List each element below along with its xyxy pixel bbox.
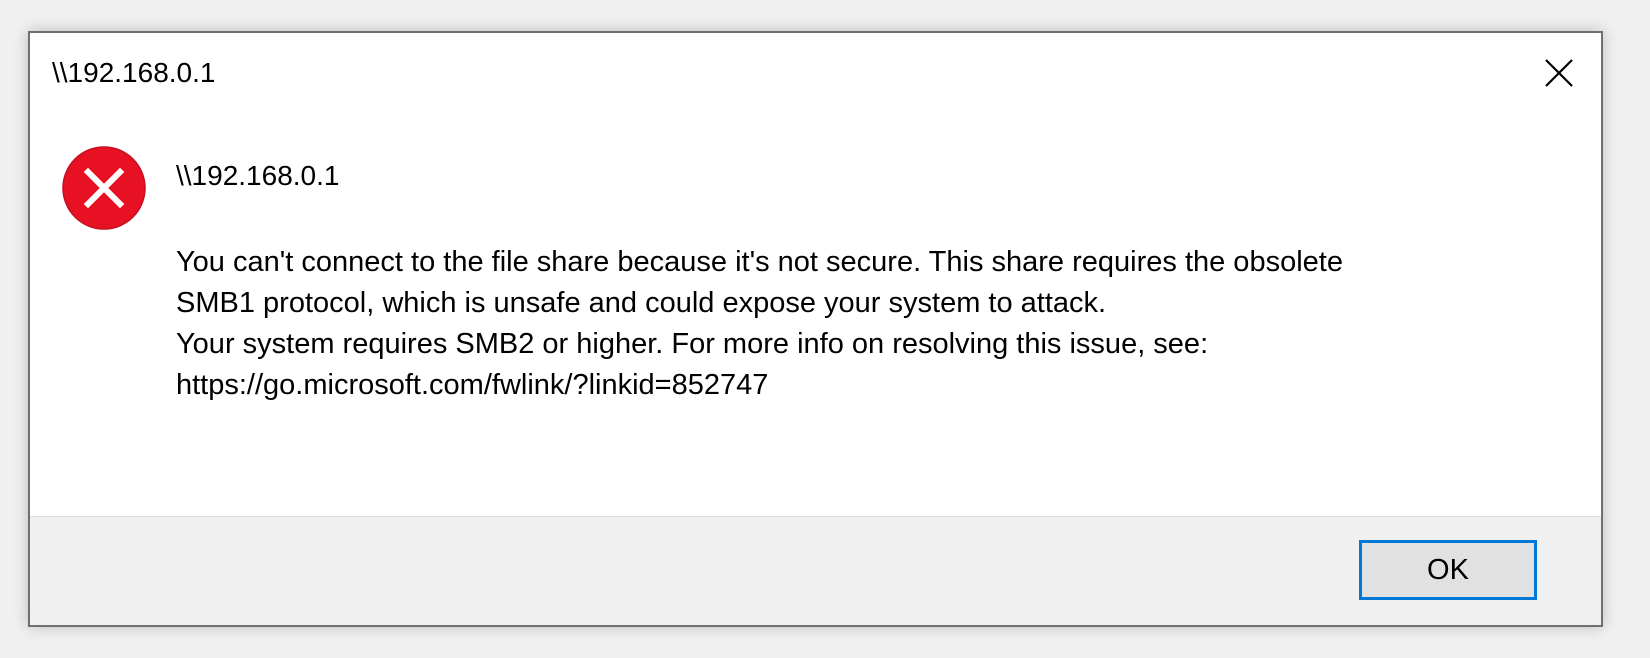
error-message: You can't connect to the file share beca…	[176, 242, 1556, 406]
close-button[interactable]	[1527, 45, 1591, 101]
title-bar[interactable]: \\192.168.0.1	[30, 33, 1601, 117]
dialog-content: \\192.168.0.1 You can't connect to the f…	[30, 117, 1601, 554]
ok-button[interactable]: OK	[1359, 540, 1537, 600]
error-icon	[61, 145, 147, 231]
main-instruction: \\192.168.0.1	[176, 160, 340, 191]
help-link-text: https://go.microsoft.com/fwlink/?linkid=…	[176, 369, 769, 401]
error-dialog: \\192.168.0.1 \\192.168.0.1 You can't co…	[28, 31, 1603, 627]
close-icon	[1544, 58, 1574, 88]
message-line: SMB1 protocol, which is unsafe and could…	[176, 287, 1107, 319]
button-bar: OK	[30, 516, 1601, 625]
message-line: You can't connect to the file share beca…	[176, 246, 1343, 278]
window-title: \\192.168.0.1	[52, 57, 216, 88]
message-line: Your system requires SMB2 or higher. For…	[176, 328, 1209, 360]
